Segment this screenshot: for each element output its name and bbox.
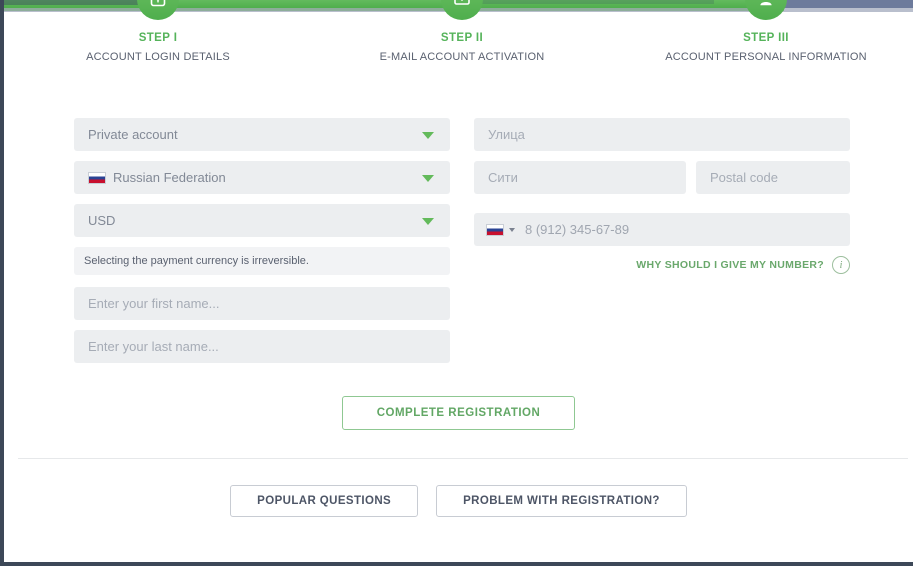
chevron-down-icon <box>422 131 434 139</box>
step-item-3[interactable]: STEP III ACCOUNT PERSONAL INFORMATION <box>636 0 896 63</box>
step-1-subtitle: ACCOUNT LOGIN DETAILS <box>86 51 230 63</box>
currency-select[interactable]: USD <box>74 204 450 237</box>
popular-questions-button[interactable]: POPULAR QUESTIONS <box>230 485 419 517</box>
russia-flag-icon <box>88 171 106 184</box>
submit-row: COMPLETE REGISTRATION <box>4 396 913 430</box>
form-column-right: 8 (912) 345-67-89 WHY SHOULD I GIVE MY N… <box>474 118 850 274</box>
city-input[interactable] <box>474 161 686 194</box>
city-postal-row <box>474 161 850 194</box>
step-1-title: STEP I <box>138 32 178 44</box>
account-type-value: Private account <box>88 127 178 142</box>
envelope-icon <box>452 0 472 9</box>
why-number-row: WHY SHOULD I GIVE MY NUMBER? i <box>474 256 850 274</box>
registration-form: Private account Russian Federation USD S… <box>4 96 913 456</box>
country-value: Russian Federation <box>113 170 226 185</box>
info-icon[interactable]: i <box>832 256 850 274</box>
currency-value: USD <box>88 213 116 228</box>
country-select[interactable]: Russian Federation <box>74 161 450 194</box>
step-2-badge <box>441 0 483 20</box>
step-item-1[interactable]: STEP I ACCOUNT LOGIN DETAILS <box>28 0 288 63</box>
user-icon <box>756 0 776 9</box>
footer-divider <box>18 458 908 459</box>
chevron-down-icon[interactable] <box>509 227 515 232</box>
account-type-select[interactable]: Private account <box>74 118 450 151</box>
step-2-subtitle: E-MAIL ACCOUNT ACTIVATION <box>379 51 545 63</box>
first-name-input[interactable] <box>74 287 450 320</box>
step-item-2[interactable]: STEP II E-MAIL ACCOUNT ACTIVATION <box>332 0 592 63</box>
right-column-spacer <box>474 204 850 213</box>
why-number-link[interactable]: WHY SHOULD I GIVE MY NUMBER? <box>636 259 824 271</box>
step-1-badge <box>137 0 179 20</box>
step-2-title: STEP II <box>440 32 484 44</box>
chevron-down-icon <box>422 217 434 225</box>
step-3-subtitle: ACCOUNT PERSONAL INFORMATION <box>665 51 867 63</box>
chevron-down-icon <box>422 174 434 182</box>
form-column-left: Private account Russian Federation USD S… <box>74 118 450 373</box>
currency-note: Selecting the payment currency is irreve… <box>74 247 450 275</box>
phone-input-group[interactable]: 8 (912) 345-67-89 <box>474 213 850 246</box>
step-3-title: STEP III <box>743 32 789 44</box>
last-name-input[interactable] <box>74 330 450 363</box>
russia-flag-icon[interactable] <box>486 223 504 236</box>
phone-placeholder: 8 (912) 345-67-89 <box>525 222 630 237</box>
steps-indicator: STEP I ACCOUNT LOGIN DETAILS STEP II E-M… <box>4 0 913 96</box>
id-card-icon <box>148 0 168 9</box>
complete-registration-button[interactable]: COMPLETE REGISTRATION <box>341 396 576 430</box>
footer-actions: POPULAR QUESTIONS PROBLEM WITH REGISTRAT… <box>4 485 913 517</box>
step-3-badge <box>745 0 787 20</box>
postal-code-input[interactable] <box>696 161 850 194</box>
registration-window: STEP I ACCOUNT LOGIN DETAILS STEP II E-M… <box>0 0 913 566</box>
street-input[interactable] <box>474 118 850 151</box>
problem-with-registration-button[interactable]: PROBLEM WITH REGISTRATION? <box>436 485 687 517</box>
